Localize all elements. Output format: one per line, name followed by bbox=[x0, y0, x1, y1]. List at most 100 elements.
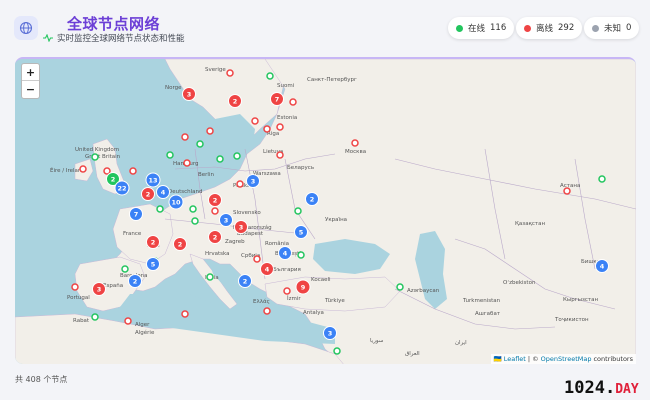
cluster-marker: 5 bbox=[146, 257, 160, 271]
label-uk: United Kingdom bbox=[75, 147, 119, 153]
node-total: 共 408 个节点 bbox=[15, 375, 68, 384]
node-marker bbox=[206, 127, 214, 135]
cluster-marker: 10 bbox=[168, 194, 184, 210]
cluster-marker: 9 bbox=[295, 279, 311, 295]
cluster-marker: 3 bbox=[246, 174, 260, 188]
label-antalya: Antalya bbox=[303, 310, 324, 316]
label-belarus: Беларусь bbox=[287, 165, 314, 171]
label-alger: Alger bbox=[135, 322, 150, 328]
cluster-marker: 3 bbox=[182, 87, 196, 101]
svg-text:4: 4 bbox=[161, 189, 166, 197]
zoom-out-button[interactable]: − bbox=[22, 81, 39, 98]
label-suomi: Suomi bbox=[277, 83, 295, 89]
cluster-marker: 2 bbox=[128, 274, 142, 288]
node-map[interactable]: Sverige Санкт-Петербург Москва United Ki… bbox=[15, 57, 636, 364]
svg-text:3: 3 bbox=[239, 224, 244, 232]
page-header: 全球节点网络 实时监控全球网络节点状态和性能 在线 116 离线 292 未知 … bbox=[0, 0, 650, 56]
node-marker bbox=[166, 151, 174, 159]
cluster-marker: 7 bbox=[129, 207, 143, 221]
stat-online[interactable]: 在线 116 bbox=[448, 17, 515, 39]
svg-text:3: 3 bbox=[97, 286, 102, 294]
label-kazakhstan: Қазақстан bbox=[515, 221, 545, 227]
node-marker bbox=[191, 217, 199, 225]
svg-text:5: 5 bbox=[151, 261, 156, 269]
node-marker bbox=[183, 159, 191, 167]
cluster-marker: 3 bbox=[234, 220, 248, 234]
label-deutschland: Deutschland bbox=[168, 189, 203, 195]
svg-text:2: 2 bbox=[146, 191, 151, 199]
label-portugal: Portugal bbox=[67, 295, 90, 301]
svg-text:2: 2 bbox=[178, 241, 183, 249]
label-romania: România bbox=[265, 240, 289, 247]
leaflet-link[interactable]: Leaflet bbox=[504, 355, 526, 363]
stat-online-count: 116 bbox=[490, 23, 507, 33]
stat-unknown[interactable]: 未知 0 bbox=[584, 17, 640, 39]
node-marker bbox=[124, 317, 132, 325]
svg-text:2: 2 bbox=[151, 239, 156, 247]
map-canvas[interactable]: Sverige Санкт-Петербург Москва United Ki… bbox=[15, 59, 636, 364]
node-marker bbox=[333, 347, 341, 355]
label-estonia: Estonia bbox=[277, 115, 297, 121]
node-marker bbox=[276, 151, 284, 159]
label-zagreb: Zagreb bbox=[225, 239, 245, 245]
node-marker bbox=[233, 152, 241, 160]
cluster-marker: 2 bbox=[208, 193, 222, 207]
node-marker bbox=[121, 265, 129, 273]
label-uzbekistan: Oʻzbekiston bbox=[503, 279, 536, 286]
node-marker bbox=[396, 283, 404, 291]
brand-watermark: 1024.DAY bbox=[564, 378, 639, 398]
label-azerbaijan: Azərbaycan bbox=[407, 288, 440, 294]
zoom-in-button[interactable]: + bbox=[22, 64, 39, 81]
node-marker bbox=[283, 287, 291, 295]
node-marker bbox=[253, 255, 261, 263]
node-marker bbox=[289, 98, 297, 106]
cluster-marker: 2 bbox=[238, 274, 252, 288]
node-marker bbox=[71, 283, 79, 291]
svg-text:4: 4 bbox=[283, 250, 288, 258]
cluster-marker: 4 bbox=[595, 259, 609, 273]
status-dot-online bbox=[456, 24, 463, 32]
brand-main: 1024. bbox=[564, 378, 616, 398]
node-marker bbox=[181, 310, 189, 318]
label-espana: España bbox=[103, 283, 123, 289]
cluster-marker: 2 bbox=[146, 235, 160, 249]
svg-text:7: 7 bbox=[275, 96, 280, 104]
map-attribution: 🇺🇦 Leaflet | © OpenStreetMap contributor… bbox=[490, 354, 636, 364]
label-syria: سوريا bbox=[370, 338, 384, 344]
svg-text:4: 4 bbox=[600, 263, 605, 271]
svg-text:22: 22 bbox=[117, 185, 126, 193]
label-ashgabat: Ашгабат bbox=[475, 311, 501, 317]
cluster-marker: 2 bbox=[305, 192, 319, 206]
stat-offline[interactable]: 离线 292 bbox=[516, 17, 583, 39]
label-kocaeli: Kocaeli bbox=[311, 277, 331, 283]
label-rabat: Rabat bbox=[73, 318, 90, 324]
cluster-marker: 2 bbox=[208, 230, 222, 244]
node-marker bbox=[251, 117, 259, 125]
node-marker bbox=[563, 187, 571, 195]
node-marker bbox=[181, 133, 189, 141]
page-title: 全球节点网络 bbox=[67, 15, 161, 33]
node-marker bbox=[79, 165, 87, 173]
node-marker bbox=[211, 207, 219, 215]
cluster-marker: 2 bbox=[173, 237, 187, 251]
svg-text:2: 2 bbox=[233, 98, 238, 106]
node-marker bbox=[263, 307, 271, 315]
svg-text:2: 2 bbox=[111, 176, 116, 184]
node-marker bbox=[351, 139, 359, 147]
node-marker bbox=[266, 72, 274, 80]
label-slovensko: Slovensko bbox=[233, 210, 261, 216]
node-marker bbox=[91, 313, 99, 321]
svg-text:5: 5 bbox=[299, 229, 304, 237]
node-marker bbox=[216, 155, 224, 163]
status-dot-unknown bbox=[592, 24, 599, 32]
cluster-marker: 3 bbox=[92, 282, 106, 296]
node-marker bbox=[103, 167, 111, 175]
label-norge: Norge bbox=[165, 85, 182, 91]
globe-icon bbox=[19, 21, 33, 35]
osm-link[interactable]: OpenStreetMap bbox=[541, 355, 592, 363]
cluster-marker: 5 bbox=[294, 225, 308, 239]
label-izmir: İzmir bbox=[287, 295, 301, 302]
cluster-marker: 13 bbox=[145, 172, 161, 188]
label-iran: ایران bbox=[455, 340, 467, 346]
brand-accent: DAY bbox=[615, 382, 639, 397]
